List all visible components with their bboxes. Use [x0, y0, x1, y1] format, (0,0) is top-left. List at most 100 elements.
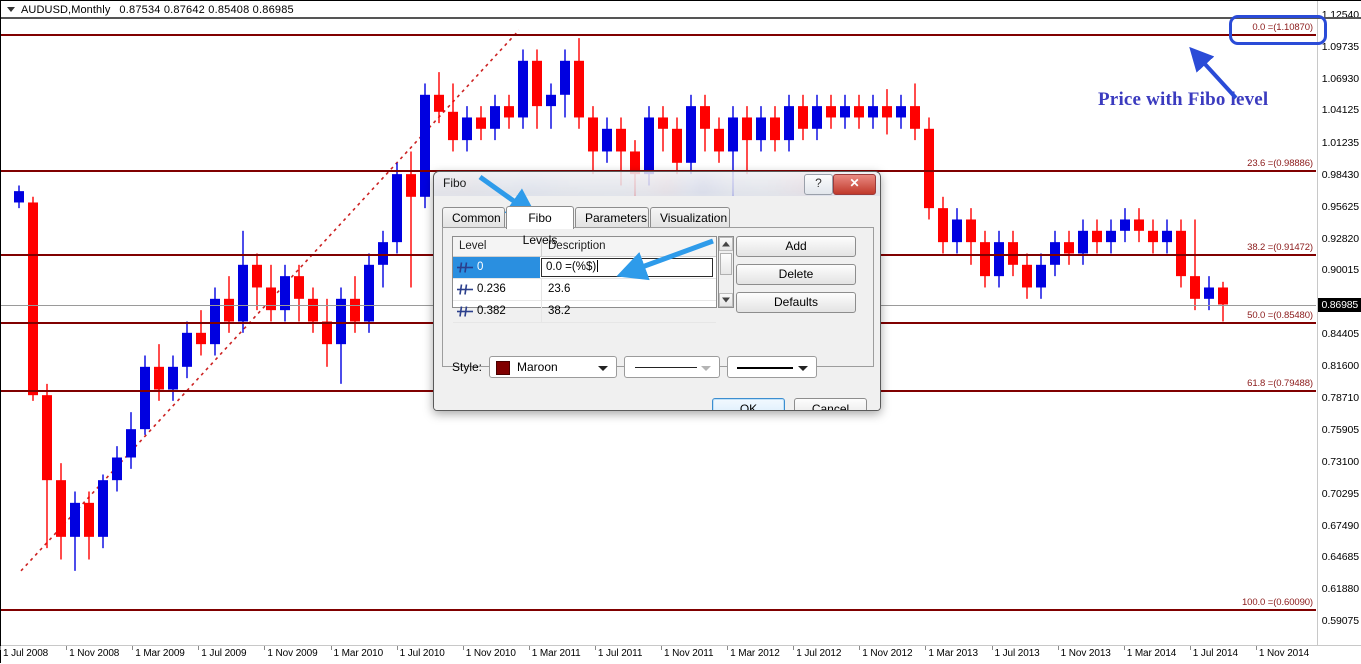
- tab-common[interactable]: Common: [442, 207, 505, 228]
- fibo-levels-table[interactable]: Level Description 0 0.0 =(%$) 0.236 23.6 0.3…: [452, 236, 717, 323]
- time-tick: [594, 646, 596, 650]
- dialog-tabs[interactable]: Common Fibo Levels Parameters Visualization: [442, 206, 874, 247]
- level-cell[interactable]: 0: [453, 257, 540, 278]
- price-tick-label: 1.04125: [1321, 104, 1359, 117]
- ok-button[interactable]: OK: [712, 398, 785, 410]
- price-tick-label: 0.98430: [1321, 168, 1359, 181]
- line-width-select[interactable]: [727, 356, 817, 378]
- fibo-level-label: 100.0 =(0.60090): [1241, 597, 1313, 609]
- date-tick-label: 1 Nov 2012: [862, 648, 913, 659]
- line-color-value: Maroon: [517, 360, 558, 374]
- line-style-preview-icon: [635, 367, 697, 368]
- dialog-body: Common Fibo Levels Parameters Visualization…: [434, 196, 880, 410]
- symbol-bar: AUDUSD,Monthly 0.87534 0.87642 0.85408 0…: [1, 1, 1361, 18]
- date-tick-label: 1 Jul 2014: [1192, 648, 1238, 659]
- level-line-style-icon: [457, 284, 473, 295]
- caret-down-icon[interactable]: [7, 7, 15, 12]
- scrollbar-thumb[interactable]: [720, 253, 732, 275]
- text-caret-icon: [597, 260, 599, 272]
- level-line-style-icon: [457, 262, 473, 273]
- date-tick-label: 1 Nov 2011: [664, 648, 714, 659]
- tab-parameters[interactable]: Parameters: [575, 207, 649, 228]
- tab-visualization[interactable]: Visualization: [650, 207, 730, 228]
- date-tick-label: 1 Jul 2008: [3, 648, 49, 659]
- time-tick: [198, 646, 200, 650]
- chevron-down-icon: [598, 366, 608, 371]
- scroll-down-button[interactable]: [719, 293, 733, 307]
- date-tick-label: 1 Mar 2011: [531, 648, 581, 659]
- help-button[interactable]: ?: [804, 174, 833, 195]
- level-cell[interactable]: 0.382: [453, 301, 540, 322]
- price-tick-label: 1.01235: [1321, 137, 1359, 150]
- time-tick: [396, 646, 398, 650]
- description-input[interactable]: 0.0 =(%$): [541, 258, 713, 277]
- time-tick: [1123, 646, 1125, 650]
- time-tick: [462, 646, 464, 650]
- fibo-properties-dialog[interactable]: Fibo ? ✕ Common Fibo Levels Parameters Visu…: [433, 171, 881, 411]
- fibo-level-label: 38.2 =(0.91472): [1247, 241, 1313, 253]
- price-tick-label: 0.64685: [1321, 551, 1359, 564]
- add-level-button[interactable]: Add: [736, 236, 856, 257]
- time-tick: [793, 646, 795, 650]
- time-tick: [528, 646, 530, 650]
- defaults-button[interactable]: Defaults: [736, 292, 856, 313]
- style-label: Style:: [452, 360, 483, 374]
- date-tick-label: 1 Mar 2012: [730, 648, 780, 659]
- date-tick-label: 1 Nov 2014: [1258, 648, 1310, 659]
- time-tick: [859, 646, 861, 650]
- metatrader-window: AUDUSD,Monthly 0.87534 0.87642 0.85408 0…: [0, 0, 1361, 664]
- ohlc-values: 0.87534 0.87642 0.85408 0.86985: [119, 3, 294, 16]
- window-bottom-rule: [1, 17, 1361, 19]
- table-scrollbar[interactable]: [718, 236, 734, 308]
- price-tick-label: 0.70295: [1321, 487, 1359, 500]
- price-tick-label: 0.81600: [1321, 359, 1359, 372]
- close-icon[interactable]: ✕: [833, 174, 876, 195]
- price-tick-label: 0.92820: [1321, 232, 1359, 245]
- table-row[interactable]: 0.236 23.6: [453, 279, 716, 301]
- fibo-level-label: 61.8 =(0.79488): [1247, 377, 1313, 389]
- annotation-text: Price with Fibo level: [1098, 89, 1269, 110]
- time-tick: [66, 646, 68, 650]
- time-tick: [991, 646, 993, 650]
- current-price-badge: 0.86985: [1318, 297, 1361, 312]
- date-tick-label: 1 Mar 2014: [1126, 648, 1177, 659]
- price-tick-label: 0.67490: [1321, 519, 1359, 532]
- fibo-level-line[interactable]: [1, 33, 1316, 36]
- cancel-button[interactable]: Cancel: [794, 398, 867, 410]
- level-value: 0.236: [477, 283, 506, 295]
- line-color-select[interactable]: Maroon: [489, 356, 617, 378]
- time-tick: [1255, 646, 1257, 650]
- time-tick: [132, 646, 134, 650]
- price-scale[interactable]: 1.12540 1.09735 1.06930 1.04125 1.01235 0.984…: [1317, 1, 1361, 645]
- date-tick-label: 1 Mar 2009: [135, 648, 185, 659]
- price-tick-label: 1.12540: [1321, 9, 1359, 21]
- level-value: 0: [477, 261, 484, 273]
- date-tick-label: 1 Jul 2009: [201, 648, 247, 659]
- price-tick-label: 0.95625: [1321, 200, 1359, 213]
- symbol-label: AUDUSD,Monthly: [21, 3, 111, 16]
- tab-fibo-levels[interactable]: Fibo Levels: [506, 206, 574, 247]
- date-tick-label: 1 Mar 2010: [333, 648, 384, 659]
- date-tick-label: 1 Nov 2008: [69, 648, 120, 659]
- column-header-description: Description: [541, 237, 716, 256]
- scroll-up-button[interactable]: [719, 237, 733, 251]
- date-tick-label: 1 Jul 2011: [597, 648, 643, 659]
- time-scale[interactable]: 1 Jul 2008 1 Nov 2008 1 Mar 2009 1 Jul 2009…: [0, 645, 1361, 664]
- level-line-style-icon: [457, 306, 473, 317]
- date-tick-label: 1 Nov 2009: [267, 648, 318, 659]
- time-tick: [925, 646, 927, 650]
- level-cell[interactable]: 0.236: [453, 279, 540, 300]
- table-header: Level Description: [453, 237, 716, 257]
- table-row[interactable]: 0 0.0 =(%$): [453, 257, 716, 279]
- time-tick: [264, 646, 266, 650]
- table-row[interactable]: 0.382 38.2: [453, 301, 716, 323]
- description-cell[interactable]: 38.2: [541, 301, 717, 322]
- delete-level-button[interactable]: Delete: [736, 264, 856, 285]
- price-tick-label: 1.09735: [1321, 40, 1359, 53]
- fibo-level-label: 23.6 =(0.98886): [1247, 157, 1313, 169]
- chevron-down-icon: [701, 366, 711, 371]
- description-cell[interactable]: 23.6: [541, 279, 717, 300]
- fibo-level-line[interactable]: [1, 609, 1316, 612]
- time-tick: [330, 646, 332, 650]
- line-style-select[interactable]: [624, 356, 720, 378]
